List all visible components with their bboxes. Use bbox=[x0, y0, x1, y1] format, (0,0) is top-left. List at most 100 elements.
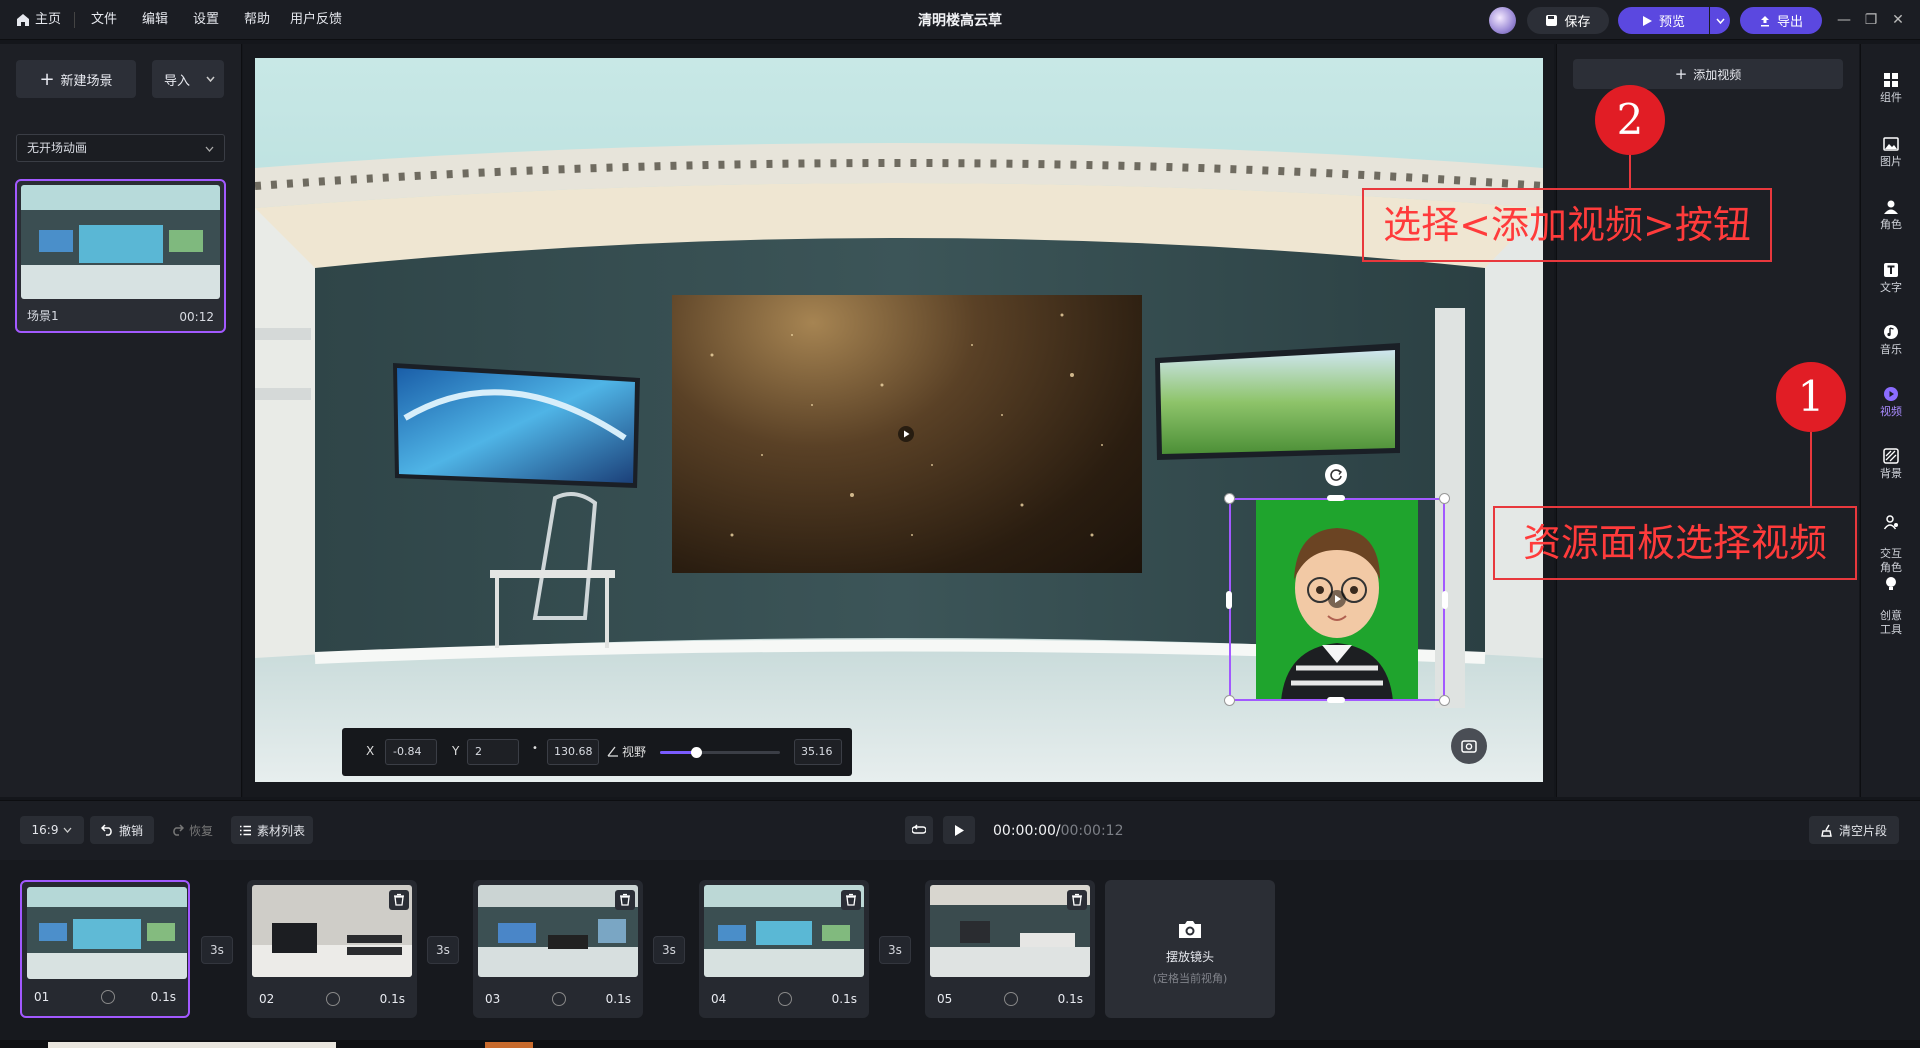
transform-bar: X -0.84 Y 2 • 130.68 视野 35.16 bbox=[342, 728, 852, 776]
play-icon[interactable] bbox=[101, 990, 115, 1004]
save-button[interactable]: 保存 bbox=[1527, 7, 1609, 34]
transition-duration[interactable]: 3s bbox=[427, 936, 459, 964]
scene-duration: 00:12 bbox=[179, 310, 214, 324]
scene-name: 场景1 bbox=[27, 309, 59, 323]
resize-handle[interactable] bbox=[1327, 697, 1345, 703]
annotation-number-2: 2 bbox=[1595, 85, 1665, 155]
play-button[interactable] bbox=[943, 816, 975, 844]
y-input[interactable]: 2 bbox=[467, 739, 519, 765]
transition-duration[interactable]: 3s bbox=[201, 936, 233, 964]
taskbar-thumb bbox=[48, 1042, 336, 1048]
annotation-leader bbox=[1810, 432, 1812, 506]
close-button[interactable]: ✕ bbox=[1886, 8, 1910, 32]
sidebar-item-images[interactable]: 图片 bbox=[1861, 136, 1920, 169]
undo-button[interactable]: 撤销 bbox=[90, 816, 154, 844]
sidebar-item-music[interactable]: 音乐 bbox=[1861, 324, 1920, 357]
trash-icon bbox=[1072, 893, 1082, 906]
preview-button[interactable]: 预览 bbox=[1618, 7, 1709, 34]
shot-thumbnail bbox=[252, 885, 412, 977]
resize-handle[interactable] bbox=[1439, 695, 1450, 706]
resize-handle[interactable] bbox=[1226, 591, 1232, 609]
shot-thumbnail bbox=[930, 885, 1090, 977]
scene-animation-select[interactable]: 无开场动画 bbox=[16, 134, 225, 162]
play-icon[interactable] bbox=[326, 992, 340, 1006]
delete-shot-button[interactable] bbox=[389, 890, 409, 910]
minimize-button[interactable]: — bbox=[1832, 8, 1856, 32]
aspect-ratio-select[interactable]: 16:9 bbox=[20, 816, 84, 844]
clear-clips-button[interactable]: 清空片段 bbox=[1809, 816, 1899, 844]
fov-slider[interactable] bbox=[660, 747, 780, 758]
new-scene-button[interactable]: + 新建场景 bbox=[16, 60, 136, 98]
loop-button[interactable] bbox=[905, 816, 933, 844]
play-icon[interactable] bbox=[552, 992, 566, 1006]
delete-shot-button[interactable] bbox=[615, 890, 635, 910]
preview-dropdown[interactable] bbox=[1710, 7, 1730, 34]
fov-slider-knob[interactable] bbox=[691, 747, 702, 758]
asset-list-button[interactable]: 素材列表 bbox=[231, 816, 313, 844]
transition-duration[interactable]: 3s bbox=[653, 936, 685, 964]
menu-help[interactable]: 帮助 bbox=[236, 9, 278, 31]
angle-icon bbox=[607, 746, 618, 757]
place-camera-button[interactable]: 摆放镜头 (定格当前视角) bbox=[1105, 880, 1275, 1018]
shot-card-03[interactable]: 03 0.1s bbox=[473, 880, 643, 1018]
sidebar-item-creative-tools[interactable]: 创意 工具 bbox=[1861, 562, 1920, 637]
shot-card-05[interactable]: 05 0.1s bbox=[925, 880, 1095, 1018]
sidebar-item-background[interactable]: 背景 bbox=[1861, 448, 1920, 481]
camera-icon bbox=[1179, 921, 1201, 938]
resize-handle[interactable] bbox=[1439, 493, 1450, 504]
menu-file[interactable]: 文件 bbox=[83, 9, 125, 31]
shot-card-04[interactable]: 04 0.1s bbox=[699, 880, 869, 1018]
sidebar-item-video[interactable]: 视频 bbox=[1861, 386, 1920, 419]
menu-feedback[interactable]: 用户反馈 bbox=[282, 9, 350, 31]
video-object-particles[interactable] bbox=[672, 295, 1142, 573]
home-button[interactable]: 主页 bbox=[8, 9, 69, 31]
scene-card[interactable]: 场景1 00:12 bbox=[15, 179, 226, 333]
avatar[interactable] bbox=[1489, 7, 1516, 34]
resize-handle[interactable] bbox=[1224, 695, 1235, 706]
background-icon bbox=[1883, 448, 1899, 464]
resize-handle[interactable] bbox=[1327, 495, 1345, 501]
restore-button[interactable]: ❐ bbox=[1859, 8, 1883, 32]
chevron-down-icon bbox=[1715, 18, 1725, 24]
play-icon[interactable] bbox=[778, 992, 792, 1006]
home-icon bbox=[17, 14, 29, 26]
music-icon bbox=[1884, 325, 1898, 339]
delete-shot-button[interactable] bbox=[1067, 890, 1087, 910]
add-video-button[interactable]: + 添加视频 bbox=[1573, 59, 1843, 89]
trash-icon bbox=[620, 893, 630, 906]
redo-icon bbox=[173, 824, 184, 836]
stage-viewport[interactable]: X -0.84 Y 2 • 130.68 视野 35.16 bbox=[255, 58, 1543, 782]
broom-icon bbox=[1821, 824, 1832, 837]
upload-icon bbox=[1760, 15, 1769, 26]
rotate-handle[interactable] bbox=[1325, 464, 1347, 486]
annotation-number-1: 1 bbox=[1776, 362, 1846, 432]
sidebar-item-components[interactable]: 组件 bbox=[1861, 72, 1920, 105]
delete-shot-button[interactable] bbox=[841, 890, 861, 910]
sidebar-item-characters[interactable]: 角色 bbox=[1861, 199, 1920, 232]
menu-divider bbox=[74, 12, 75, 28]
taskbar-thumb bbox=[485, 1042, 533, 1048]
scene-thumbnail bbox=[21, 185, 220, 299]
import-button[interactable]: 导入 bbox=[152, 60, 224, 98]
video-icon bbox=[1884, 387, 1898, 401]
screenshot-button[interactable] bbox=[1451, 728, 1487, 764]
x-input[interactable]: -0.84 bbox=[385, 739, 437, 765]
sidebar-item-text[interactable]: 文字 bbox=[1861, 262, 1920, 295]
scene-panel: + 新建场景 导入 无开场动画 场景1 00:12 bbox=[0, 44, 242, 797]
resize-handle[interactable] bbox=[1224, 493, 1235, 504]
shot-card-01[interactable]: 01 0.1s bbox=[20, 880, 190, 1018]
export-button[interactable]: 导出 bbox=[1740, 7, 1822, 34]
fov-input[interactable]: 35.16 bbox=[794, 739, 842, 765]
transition-duration[interactable]: 3s bbox=[879, 936, 911, 964]
menu-settings[interactable]: 设置 bbox=[185, 9, 227, 31]
time-display: 00:00:00/00:00:12 bbox=[993, 823, 1124, 839]
menu-edit[interactable]: 编辑 bbox=[134, 9, 176, 31]
z-input[interactable]: 130.68 bbox=[547, 739, 599, 765]
play-icon[interactable] bbox=[1004, 992, 1018, 1006]
text-icon bbox=[1884, 263, 1898, 277]
resize-handle[interactable] bbox=[1442, 591, 1448, 609]
shot-card-02[interactable]: 02 0.1s bbox=[247, 880, 417, 1018]
video-play-button[interactable] bbox=[898, 426, 914, 442]
redo-button[interactable]: 恢复 bbox=[160, 816, 224, 844]
grid-icon bbox=[1884, 73, 1898, 87]
